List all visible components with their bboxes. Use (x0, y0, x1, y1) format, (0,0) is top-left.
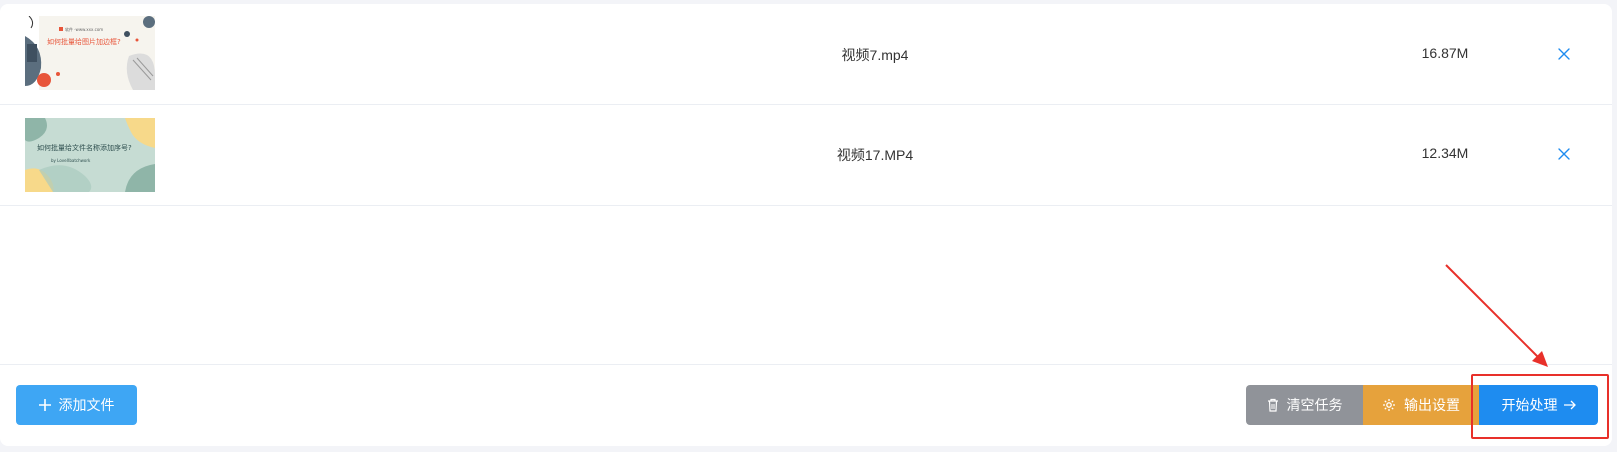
file-size: 16.87M (1421, 45, 1469, 61)
clear-tasks-button[interactable]: 清空任务 (1246, 385, 1363, 425)
bottom-toolbar: 添加文件 清空任务 输出设置 开始处理 (0, 364, 1612, 446)
thumbnail-title-text: 如何批量给文件名称添加序号? (37, 143, 132, 152)
remove-file-button[interactable] (1556, 146, 1572, 162)
file-name: 视频17.MP4 (836, 147, 914, 163)
close-icon (1558, 48, 1570, 60)
add-file-label: 添加文件 (58, 397, 115, 413)
file-row: 软件 ·www.xxx.com 如何批量给图片加边框? 视频7.mp4 16.8… (0, 4, 1612, 105)
file-thumbnail: 如何批量给文件名称添加序号? by LoveXbatchwork (25, 118, 155, 192)
file-name: 视频7.mp4 (841, 47, 909, 63)
file-row: 如何批量给文件名称添加序号? by LoveXbatchwork 视频17.MP… (0, 105, 1612, 206)
close-icon (1558, 148, 1570, 160)
output-settings-button[interactable]: 输出设置 (1363, 385, 1479, 425)
file-thumbnail: 软件 ·www.xxx.com 如何批量给图片加边框? (25, 16, 155, 90)
file-size: 12.34M (1421, 145, 1469, 161)
arrow-right-icon (1563, 400, 1576, 410)
output-settings-label: 输出设置 (1404, 397, 1460, 413)
start-processing-button[interactable]: 开始处理 (1479, 385, 1598, 425)
clear-tasks-label: 清空任务 (1286, 397, 1343, 413)
start-processing-label: 开始处理 (1501, 397, 1558, 413)
file-list-panel: 软件 ·www.xxx.com 如何批量给图片加边框? 视频7.mp4 16.8… (0, 4, 1612, 446)
thumbnail-small-text: 软件 ·www.xxx.com (65, 26, 103, 32)
thumbnail-small-text: by LoveXbatchwork (51, 158, 91, 163)
add-file-button[interactable]: 添加文件 (16, 385, 137, 425)
trash-icon (1267, 398, 1279, 412)
thumbnail-title-text: 如何批量给图片加边框? (47, 37, 121, 46)
plus-icon (38, 399, 51, 411)
remove-file-button[interactable] (1556, 46, 1572, 62)
gear-icon (1382, 398, 1396, 412)
